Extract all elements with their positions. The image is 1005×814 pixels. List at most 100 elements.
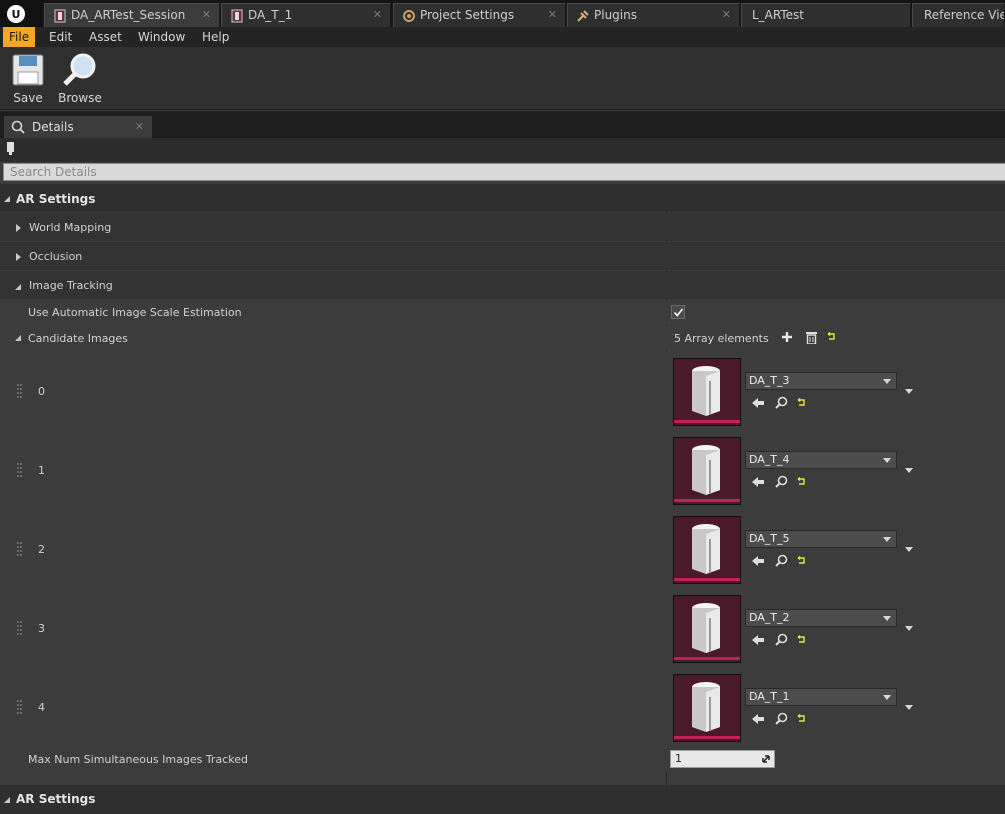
asset-name: DA_T_5 [749, 532, 790, 545]
plug-icon [576, 8, 590, 22]
tab-label: DA_T_1 [248, 8, 293, 22]
browse-magnifier-icon[interactable] [775, 475, 788, 488]
category-ar-settings-2[interactable]: AR Settings [0, 785, 1005, 814]
drag-handle-icon[interactable] [17, 542, 22, 556]
browse-button[interactable]: Browse [56, 53, 104, 109]
reset-to-default-icon[interactable] [797, 398, 806, 407]
max-tracked-input[interactable]: 1 [670, 750, 775, 768]
unreal-logo-icon[interactable]: U [0, 0, 42, 27]
reset-to-default-icon[interactable] [797, 635, 806, 644]
close-icon[interactable]: ✕ [202, 4, 211, 26]
expand-arrow-icon [4, 797, 10, 803]
tab-project-settings[interactable]: Project Settings ✕ [393, 3, 566, 27]
chevron-down-icon [883, 695, 891, 700]
magnifier-icon [11, 120, 25, 134]
category-title: AR Settings [16, 792, 96, 806]
asset-picker-combo[interactable]: DA_T_2 [745, 609, 897, 627]
reset-to-default-icon[interactable] [827, 332, 836, 341]
tab-da-artest-session[interactable]: DA_ARTest_Session ✕ [44, 3, 220, 27]
element-index: 0 [38, 385, 45, 398]
menu-asset[interactable]: Asset [83, 27, 128, 47]
tab-label: L_ARTest [752, 8, 804, 22]
browse-magnifier-icon[interactable] [775, 396, 788, 409]
details-lock-row [0, 138, 1005, 162]
element-options-dropdown-icon[interactable] [905, 705, 913, 710]
tab-da-t-1[interactable]: DA_T_1 ✕ [221, 3, 391, 27]
use-selected-arrow-icon[interactable] [751, 713, 765, 725]
browse-magnifier-icon[interactable] [775, 554, 788, 567]
add-element-icon[interactable] [781, 331, 793, 343]
asset-picker-combo[interactable]: DA_T_4 [745, 451, 897, 469]
save-button[interactable]: Save [4, 53, 52, 109]
spinner-drag-icon [762, 755, 770, 763]
element-options-dropdown-icon[interactable] [905, 468, 913, 473]
asset-name: DA_T_4 [749, 453, 790, 466]
category-ar-settings[interactable]: AR Settings [0, 184, 1005, 212]
reset-to-default-icon[interactable] [797, 714, 806, 723]
close-icon[interactable]: ✕ [373, 4, 382, 26]
expand-arrow-icon [15, 284, 21, 290]
chevron-down-icon [883, 379, 891, 384]
magnifier-icon [63, 53, 96, 86]
data-asset-thumbnail-icon [692, 366, 720, 416]
menu-window[interactable]: Window [132, 27, 191, 47]
group-world-mapping[interactable]: World Mapping [0, 213, 1005, 241]
menu-edit[interactable]: Edit [43, 27, 78, 47]
details-tab-label: Details [32, 120, 74, 134]
asset-thumbnail[interactable] [673, 516, 741, 584]
close-icon[interactable]: ✕ [722, 4, 731, 26]
drag-handle-icon[interactable] [17, 700, 22, 714]
drag-handle-icon[interactable] [17, 463, 22, 477]
asset-thumbnail[interactable] [673, 595, 741, 663]
tab-label: Project Settings [420, 8, 515, 22]
asset-thumbnail[interactable] [673, 358, 741, 426]
asset-name: DA_T_1 [749, 690, 790, 703]
menu-file[interactable]: File [3, 27, 36, 47]
menu-help[interactable]: Help [196, 27, 235, 47]
asset-thumbnail[interactable] [673, 674, 741, 742]
auto-scale-checkbox[interactable] [671, 305, 685, 319]
data-asset-thumbnail-icon [692, 445, 720, 495]
save-label: Save [13, 91, 43, 105]
save-disk-icon [12, 54, 44, 86]
lock-icon[interactable] [6, 141, 16, 155]
use-selected-arrow-icon[interactable] [751, 634, 765, 646]
drag-handle-icon[interactable] [17, 621, 22, 635]
tab-label: DA_ARTest_Session [71, 8, 186, 22]
property-label: Use Automatic Image Scale Estimation [28, 306, 242, 319]
asset-type-bar [674, 499, 740, 502]
element-options-dropdown-icon[interactable] [905, 389, 913, 394]
close-icon[interactable]: ✕ [548, 4, 557, 26]
property-candidate-images: Candidate Images 5 Array elements [0, 326, 1005, 350]
use-selected-arrow-icon[interactable] [751, 476, 765, 488]
tab-reference-viewer[interactable]: Reference Viewer [912, 3, 1005, 27]
reset-to-default-icon[interactable] [797, 477, 806, 486]
asset-picker-combo[interactable]: DA_T_5 [745, 530, 897, 548]
array-count: 5 Array elements [674, 332, 769, 345]
tab-l-artest[interactable]: L_ARTest [741, 3, 911, 27]
use-selected-arrow-icon[interactable] [751, 555, 765, 567]
reset-to-default-icon[interactable] [797, 556, 806, 565]
expand-arrow-icon[interactable] [15, 335, 21, 341]
close-icon[interactable]: ✕ [135, 116, 144, 138]
asset-thumbnail[interactable] [673, 437, 741, 505]
use-selected-arrow-icon[interactable] [751, 397, 765, 409]
group-occlusion[interactable]: Occlusion [0, 242, 1005, 270]
browse-magnifier-icon[interactable] [775, 712, 788, 725]
max-tracked-value: 1 [675, 752, 682, 765]
browse-magnifier-icon[interactable] [775, 633, 788, 646]
search-input[interactable]: Search Details [3, 163, 1005, 181]
array-element: 4 [0, 667, 1005, 746]
category-title: AR Settings [16, 192, 96, 206]
asset-picker-combo[interactable]: DA_T_3 [745, 372, 897, 390]
drag-handle-icon[interactable] [17, 384, 22, 398]
asset-picker-combo[interactable]: DA_T_1 [745, 688, 897, 706]
group-image-tracking[interactable]: Image Tracking [0, 271, 1005, 299]
element-options-dropdown-icon[interactable] [905, 547, 913, 552]
trash-icon[interactable] [806, 331, 817, 344]
element-options-dropdown-icon[interactable] [905, 626, 913, 631]
document-tab-bar: U DA_ARTest_Session ✕ DA_T_1 ✕ Project S… [0, 0, 1005, 27]
details-tab[interactable]: Details ✕ [4, 116, 152, 138]
collapsed-arrow-icon [16, 253, 21, 261]
tab-plugins[interactable]: Plugins ✕ [567, 3, 740, 27]
